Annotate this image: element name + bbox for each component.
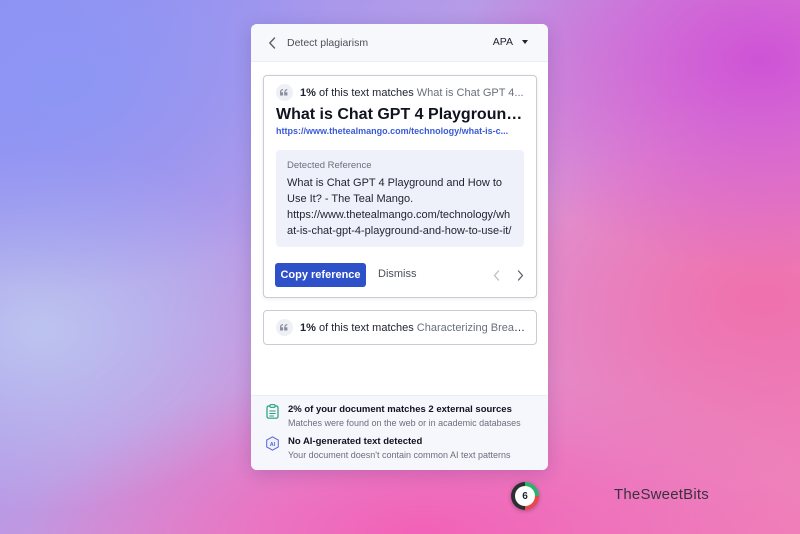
ai-icon-label: AI: [270, 442, 276, 448]
match-summary: 1% of this text matches What is Chat GPT…: [276, 84, 526, 101]
summary-section: 2% of your document matches 2 external s…: [251, 395, 548, 470]
ai-detection-summary: AI No AI-generated text detected Your do…: [265, 436, 511, 460]
prev-match-button[interactable]: [490, 268, 502, 282]
match-text: 1% of this text matches Characterizing B…: [300, 322, 526, 334]
reference-text: What is Chat GPT 4 Playground and How to…: [287, 177, 512, 237]
ai-subtitle: Your document doesn't contain common AI …: [288, 450, 511, 460]
dismiss-button[interactable]: Dismiss: [378, 268, 417, 280]
match-source: What is Chat GPT 4...: [416, 86, 524, 99]
ai-title: No AI-generated text detected: [288, 436, 423, 447]
quote-icon: [276, 84, 293, 101]
match-percent: 1%: [300, 86, 316, 99]
citation-style-value: APA: [492, 36, 513, 48]
back-button[interactable]: [263, 34, 281, 52]
match-card-expanded: 1% of this text matches What is Chat GPT…: [263, 75, 537, 298]
match-phrase: of this text matches: [318, 86, 414, 99]
match-card-collapsed[interactable]: 1% of this text matches Characterizing B…: [263, 310, 537, 345]
panel-header: Detect plagiarism APA: [251, 24, 548, 62]
plagiarism-panel: Detect plagiarism APA 1% of this text ma…: [251, 24, 548, 470]
source-url-link[interactable]: https://www.thetealmango.com/technology/…: [276, 126, 526, 136]
watermark-logo: TheSweetBits: [614, 486, 709, 503]
match-summary: 1% of this text matches Characterizing B…: [276, 319, 526, 336]
match-source: Characterizing Break...: [416, 321, 526, 334]
reference-label: Detected Reference: [287, 160, 372, 171]
sources-title: 2% of your document matches 2 external s…: [288, 404, 512, 415]
chevron-right-icon: [517, 269, 523, 281]
chevron-left-icon: [269, 36, 276, 49]
suggestions-count-badge[interactable]: 6: [511, 482, 539, 510]
next-match-button[interactable]: [514, 268, 526, 282]
external-sources-summary: 2% of your document matches 2 external s…: [265, 404, 521, 428]
quote-icon: [276, 319, 293, 336]
source-title: What is Chat GPT 4 Playground...: [276, 106, 526, 123]
badge-count: 6: [515, 486, 535, 506]
ai-detector-icon: AI: [265, 436, 280, 451]
caret-down-icon: [522, 40, 528, 44]
chevron-left-icon: [493, 269, 499, 281]
citation-style-select[interactable]: APA: [493, 36, 528, 48]
panel-title: Detect plagiarism: [287, 36, 369, 49]
detected-reference-box: Detected Reference What is Chat GPT 4 Pl…: [276, 150, 524, 247]
clipboard-icon: [265, 404, 280, 419]
copy-reference-button[interactable]: Copy reference: [275, 263, 366, 287]
match-phrase: of this text matches: [318, 321, 414, 334]
match-text: 1% of this text matches What is Chat GPT…: [300, 87, 524, 99]
match-percent: 1%: [300, 321, 316, 334]
sources-subtitle: Matches were found on the web or in acad…: [288, 418, 521, 428]
